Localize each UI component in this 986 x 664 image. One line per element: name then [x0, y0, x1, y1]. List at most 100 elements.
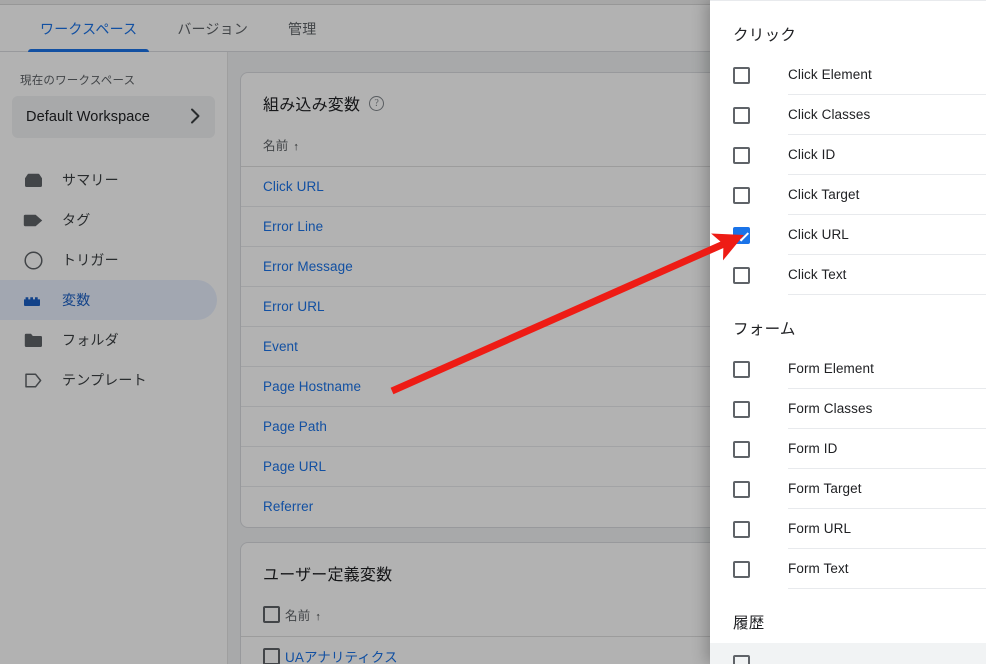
click-target-checkbox[interactable] [733, 186, 750, 204]
folder-icon [22, 331, 44, 349]
panel-row-click-classes[interactable]: Click Classes [710, 95, 986, 135]
panel-row-click-text[interactable]: Click Text [710, 255, 986, 295]
column-header-select-all[interactable] [241, 598, 285, 637]
form-target-label: Form Target [788, 469, 986, 509]
panel-group-title-click: クリック [733, 27, 797, 44]
form-id-label: Form ID [788, 429, 986, 469]
panel-row-click-url[interactable]: Click URL [710, 215, 986, 255]
column-header-name[interactable]: 名前 ↑ [285, 598, 735, 637]
sidebar-item-tags[interactable]: タグ [0, 200, 217, 240]
panel-group-title-form: フォーム [733, 321, 796, 338]
panel-row-history-first[interactable] [710, 643, 986, 664]
summary-icon [22, 171, 44, 189]
row-checkbox[interactable] [263, 647, 280, 664]
tab-workspace[interactable]: ワークスペース [24, 5, 153, 52]
tab-versions-label: バージョン [177, 20, 249, 37]
sidebar-item-summary-label: サマリー [62, 172, 119, 188]
variable-name-link[interactable]: Error URL [263, 299, 325, 314]
checkbox-cell [733, 106, 788, 124]
variable-name-link[interactable]: Page Path [263, 419, 327, 434]
variable-name-link[interactable]: Click URL [263, 179, 324, 194]
tag-icon [22, 211, 44, 229]
sidebar-item-triggers-label: トリガー [62, 252, 119, 268]
panel-row-form-id[interactable]: Form ID [710, 429, 986, 469]
checkbox-cell [733, 266, 788, 284]
form-target-checkbox[interactable] [733, 480, 750, 498]
form-element-checkbox[interactable] [733, 360, 750, 378]
checkbox-cell [733, 226, 788, 244]
click-id-label: Click ID [788, 135, 986, 175]
tab-admin-label: 管理 [288, 20, 317, 37]
panel-row-click-id[interactable]: Click ID [710, 135, 986, 175]
sidebar-item-variables-label: 変数 [62, 292, 91, 308]
checkbox-cell [733, 400, 788, 418]
trigger-icon [22, 250, 44, 270]
panel-row-form-url[interactable]: Form URL [710, 509, 986, 549]
checkbox-cell [733, 480, 788, 498]
form-url-label: Form URL [788, 509, 986, 549]
left-sidebar: 現在のワークスペース Default Workspace サマリー タグ トリガ… [0, 52, 228, 664]
form-url-checkbox[interactable] [733, 520, 750, 538]
variable-icon [22, 291, 44, 309]
checkbox-cell [733, 560, 788, 578]
checkbox-cell [733, 66, 788, 84]
sidebar-item-triggers[interactable]: トリガー [0, 240, 217, 280]
click-text-checkbox[interactable] [733, 266, 750, 284]
click-id-checkbox[interactable] [733, 146, 750, 164]
current-workspace-caption: 現在のワークスペース [20, 75, 136, 87]
sidebar-item-tags-label: タグ [62, 212, 91, 228]
column-header-name-label: 名前 [285, 608, 311, 623]
panel-row-form-target[interactable]: Form Target [710, 469, 986, 509]
form-text-label: Form Text [788, 549, 986, 589]
panel-row-form-text[interactable]: Form Text [710, 549, 986, 589]
sort-ascending-icon: ↑ [315, 610, 322, 623]
workspace-selector[interactable]: Default Workspace [12, 96, 215, 138]
gtm-variables-screen: ワークスペース バージョン 管理 現在のワークスペース Default Work… [0, 0, 986, 664]
panel-row-click-element[interactable]: Click Element [710, 55, 986, 95]
history-item-label [788, 643, 986, 664]
variable-name-link[interactable]: Error Message [263, 259, 353, 274]
sidebar-item-variables[interactable]: 変数 [0, 280, 217, 320]
sidebar-item-summary[interactable]: サマリー [0, 160, 217, 200]
select-all-checkbox[interactable] [263, 605, 280, 623]
variable-name-link[interactable]: Event [263, 339, 298, 354]
panel-row-form-element[interactable]: Form Element [710, 349, 986, 389]
variable-name-link[interactable]: Referrer [263, 499, 313, 514]
builtin-variables-title: 組み込み変数 [263, 97, 361, 114]
column-header-name[interactable]: 名前 ↑ [241, 129, 735, 167]
click-element-checkbox[interactable] [733, 66, 750, 84]
history-item-checkbox[interactable] [733, 654, 750, 664]
column-header-name-label: 名前 [263, 139, 289, 153]
checkbox-cell [733, 186, 788, 204]
sidebar-item-templates[interactable]: テンプレート [0, 360, 217, 400]
sidebar-item-folders[interactable]: フォルダ [0, 320, 217, 360]
click-target-label: Click Target [788, 175, 986, 215]
sidebar-item-templates-label: テンプレート [62, 372, 147, 388]
help-circle-icon[interactable]: ? [369, 95, 385, 111]
click-element-label: Click Element [788, 55, 986, 95]
variable-name-link[interactable]: Error Line [263, 219, 323, 234]
workspace-name: Default Workspace [26, 109, 150, 125]
sort-ascending-icon: ↑ [293, 141, 300, 153]
form-classes-label: Form Classes [788, 389, 986, 429]
click-url-checkbox[interactable] [733, 226, 750, 244]
chevron-right-icon [190, 108, 201, 127]
panel-row-click-target[interactable]: Click Target [710, 175, 986, 215]
variable-name-link[interactable]: Page URL [263, 459, 326, 474]
configure-builtin-variables-panel: クリック Click Element Click Classes Click I… [710, 0, 986, 664]
variable-name-link[interactable]: Page Hostname [263, 379, 361, 394]
click-classes-checkbox[interactable] [733, 106, 750, 124]
template-icon [22, 371, 44, 389]
panel-row-form-classes[interactable]: Form Classes [710, 389, 986, 429]
form-id-checkbox[interactable] [733, 440, 750, 458]
form-classes-checkbox[interactable] [733, 400, 750, 418]
checkbox-cell [733, 440, 788, 458]
form-text-checkbox[interactable] [733, 560, 750, 578]
checkbox-cell [733, 360, 788, 378]
tab-admin[interactable]: 管理 [272, 5, 332, 52]
click-url-label: Click URL [788, 215, 986, 255]
panel-group-title-history: 履歴 [733, 615, 765, 632]
variable-name-link[interactable]: UAアナリティクス [285, 650, 398, 664]
checkbox-cell [733, 520, 788, 538]
tab-versions[interactable]: バージョン [161, 5, 264, 52]
